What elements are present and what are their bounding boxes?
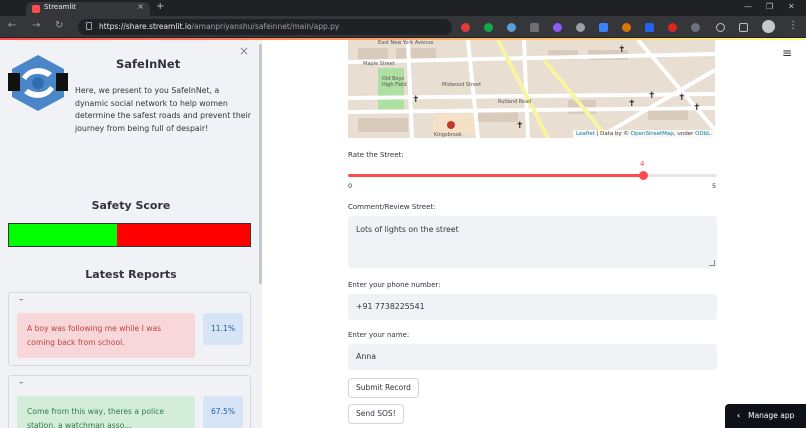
svg-text:✝: ✝ bbox=[628, 99, 636, 109]
rate-label: Rate the Street: bbox=[348, 151, 404, 159]
attribution-text: , under bbox=[673, 131, 694, 137]
map-street-label: Maple Street bbox=[363, 61, 395, 67]
report-message: Come from this way, theres a police stat… bbox=[17, 396, 195, 428]
extension-purple-icon[interactable] bbox=[553, 23, 562, 32]
map-street-label: Rutland Road bbox=[498, 99, 531, 105]
map-attribution: Leaflet | Data by © OpenStreetMap, under… bbox=[573, 130, 715, 138]
tab-title: Streamlit bbox=[44, 3, 76, 11]
name-label: Enter your name: bbox=[348, 331, 410, 339]
grammarly-icon[interactable] bbox=[484, 23, 493, 32]
tab-close-icon[interactable]: × bbox=[137, 2, 144, 11]
leaflet-link[interactable]: Leaflet bbox=[576, 131, 595, 137]
extension-x-icon[interactable] bbox=[668, 23, 677, 32]
safety-score-title: Safety Score bbox=[91, 199, 171, 212]
latest-reports-title: Latest Reports bbox=[85, 268, 177, 281]
url-text: https://share.streamlit.io/amanpriyanshu… bbox=[99, 22, 340, 31]
profile-avatar[interactable] bbox=[762, 20, 775, 33]
browser-menu-icon[interactable]: ⋮ bbox=[788, 20, 798, 31]
report-card: – A boy was following me while I was com… bbox=[8, 292, 251, 366]
report-dash: – bbox=[19, 378, 24, 388]
forward-icon[interactable]: → bbox=[32, 20, 40, 31]
svg-text:✝: ✝ bbox=[678, 93, 686, 103]
rate-slider[interactable] bbox=[348, 171, 717, 180]
bookmark-star-icon[interactable] bbox=[716, 23, 725, 32]
comment-text: Lots of lights on the street bbox=[356, 225, 459, 234]
chevron-left-icon: ‹ bbox=[737, 411, 741, 420]
report-card: – Come from this way, theres a police st… bbox=[8, 375, 251, 428]
extension-orange-icon[interactable] bbox=[622, 23, 631, 32]
reload-icon[interactable]: ↻ bbox=[55, 20, 63, 31]
browser-tab[interactable]: Streamlit × bbox=[26, 2, 150, 16]
safety-score-bar bbox=[8, 223, 251, 247]
report-score: 11.1% bbox=[203, 313, 243, 345]
submit-record-button[interactable]: Submit Record bbox=[348, 378, 419, 398]
rate-min: 0 bbox=[348, 182, 353, 190]
map-street-label: High Field bbox=[382, 82, 407, 88]
svg-text:✝: ✝ bbox=[693, 103, 701, 113]
lock-icon bbox=[86, 22, 92, 30]
browser-toolbar: ← → ↻ https://share.streamlit.io/amanpri… bbox=[0, 16, 806, 38]
extension-search-icon[interactable] bbox=[507, 23, 516, 32]
map-street-label: Kingsbrook bbox=[434, 132, 462, 138]
safety-score-unsafe-fill bbox=[117, 224, 250, 246]
phone-label: Enter your phone number: bbox=[348, 281, 441, 289]
svg-text:✝: ✝ bbox=[516, 121, 524, 131]
window-close-icon[interactable]: ✕ bbox=[788, 2, 795, 11]
back-icon[interactable]: ← bbox=[8, 20, 16, 31]
streamlit-favicon-icon bbox=[32, 5, 40, 13]
svg-text:✝: ✝ bbox=[618, 45, 626, 55]
send-sos-button[interactable]: Send SOS! bbox=[348, 404, 404, 424]
safeinnet-logo-icon bbox=[8, 55, 68, 111]
report-message: A boy was following me while I was comin… bbox=[17, 313, 195, 358]
app-menu-icon[interactable]: ≡ bbox=[782, 46, 792, 60]
new-tab-button[interactable]: + bbox=[156, 1, 164, 12]
extension-grid-icon[interactable] bbox=[530, 23, 539, 32]
svg-text:✝: ✝ bbox=[648, 91, 656, 101]
map-tiles: ✝ ✝ ✝ ✝ ✝ ✝ ✝ East New York Avenue Maple Str… bbox=[348, 40, 715, 138]
odbl-link[interactable]: ODbL. bbox=[695, 131, 712, 137]
extension-shield-icon[interactable] bbox=[645, 23, 654, 32]
extension-red-icon[interactable] bbox=[461, 23, 470, 32]
rate-max: 5 bbox=[712, 182, 717, 190]
report-dash: – bbox=[19, 295, 24, 305]
extensions-puzzle-icon[interactable] bbox=[691, 23, 700, 32]
manage-app-label: Manage app bbox=[748, 411, 795, 420]
reading-list-icon[interactable] bbox=[739, 23, 748, 32]
map-street-label: Midwood Street bbox=[442, 82, 481, 88]
extension-blue-icon[interactable] bbox=[599, 23, 608, 32]
phone-input[interactable]: +91 7738225541 bbox=[348, 294, 717, 320]
comment-label: Comment/Review Street: bbox=[348, 203, 436, 211]
openstreetmap-link[interactable]: OpenStreetMap bbox=[631, 131, 674, 137]
map-street-label: East New York Avenue bbox=[378, 40, 433, 46]
name-input[interactable]: Anna bbox=[348, 344, 717, 370]
app-description: Here, we present to you SafeInNet, a dyn… bbox=[75, 86, 251, 133]
address-bar[interactable]: https://share.streamlit.io/amanpriyanshu… bbox=[78, 19, 452, 35]
sidebar-close-icon[interactable]: × bbox=[239, 44, 249, 58]
resize-grip-icon[interactable] bbox=[709, 260, 715, 266]
street-map[interactable]: ✝ ✝ ✝ ✝ ✝ ✝ ✝ East New York Avenue Maple Str… bbox=[348, 40, 715, 138]
report-score: 67.5% bbox=[203, 396, 243, 428]
app-title: SafeInNet bbox=[116, 57, 181, 71]
minimize-icon[interactable]: — bbox=[744, 2, 752, 11]
svg-text:✝: ✝ bbox=[412, 95, 420, 105]
manage-app-button[interactable]: ‹ Manage app bbox=[725, 404, 806, 428]
extension-gray-icon[interactable] bbox=[576, 23, 585, 32]
comment-textarea[interactable]: Lots of lights on the street bbox=[348, 216, 717, 268]
rate-slider-fill bbox=[348, 174, 644, 177]
browser-tabstrip: Streamlit × + — ❐ ✕ bbox=[0, 0, 806, 16]
safety-score-safe-fill bbox=[9, 224, 118, 246]
attribution-text: | Data by © bbox=[596, 131, 629, 137]
rate-value: 4 bbox=[640, 160, 645, 168]
restore-icon[interactable]: ❐ bbox=[766, 2, 773, 11]
